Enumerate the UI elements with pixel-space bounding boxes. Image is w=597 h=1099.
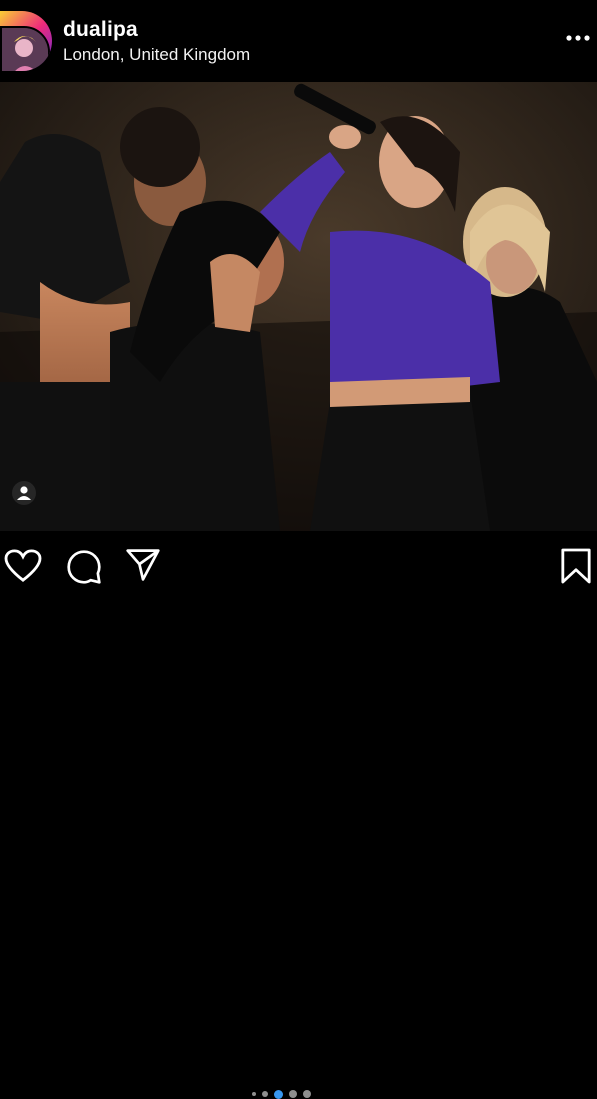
carousel-dot (289, 1090, 297, 1098)
heart-icon[interactable] (4, 549, 42, 583)
carousel-dot-active (274, 1089, 283, 1099)
carousel-dot (262, 1091, 268, 1097)
user-tag-icon[interactable] (12, 481, 36, 505)
post-actions-bar (0, 531, 597, 1099)
username-link[interactable]: dualipa (63, 18, 138, 42)
carousel-dot (303, 1090, 311, 1098)
paper-plane-icon[interactable] (125, 547, 161, 583)
avatar[interactable] (0, 26, 50, 71)
post-header: dualipa London, United Kingdom (0, 0, 597, 82)
location-link[interactable]: London, United Kingdom (63, 45, 250, 65)
post-photo[interactable] (0, 82, 597, 531)
comment-bubble-icon[interactable] (66, 549, 102, 585)
more-options-icon[interactable] (565, 32, 591, 44)
bookmark-icon[interactable] (560, 547, 592, 585)
story-ring[interactable] (0, 11, 52, 71)
carousel-dot (252, 1092, 256, 1096)
